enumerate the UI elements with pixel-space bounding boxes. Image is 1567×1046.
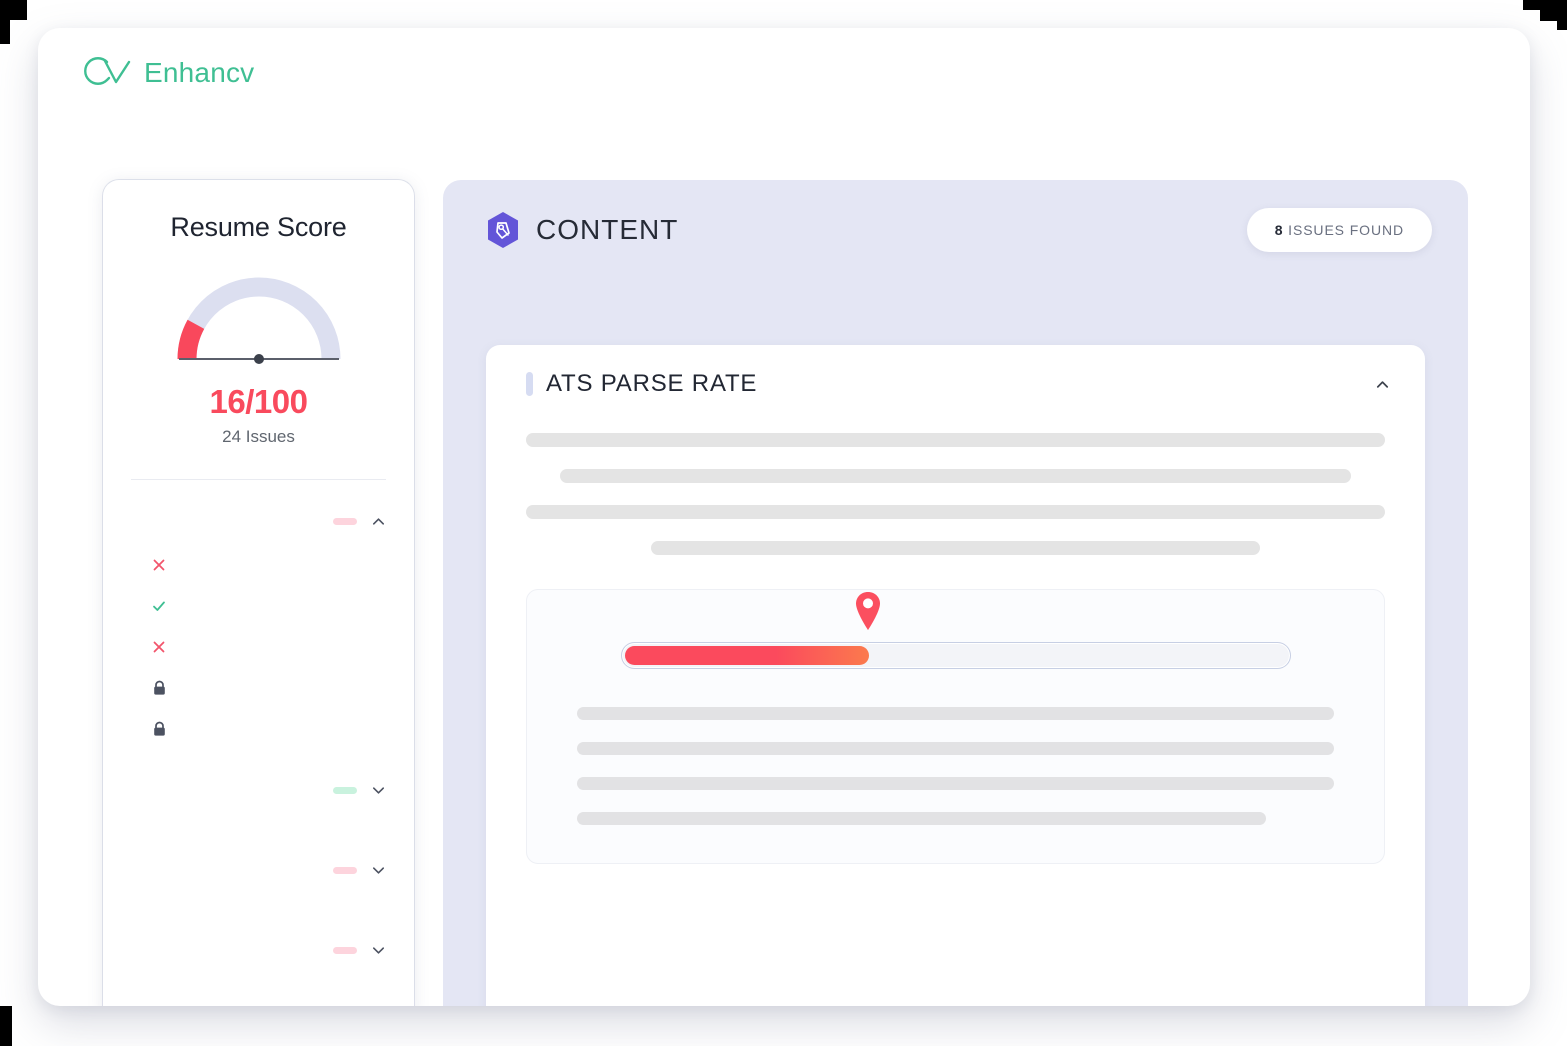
parse-rate-detail-skeleton	[527, 669, 1384, 825]
resume-score-sidebar: Resume Score 16/100 24 Issues	[103, 180, 414, 1006]
sidebar-check-item[interactable]	[103, 585, 414, 626]
ats-parse-rate-accordion-header[interactable]: ATS PARSE RATE	[486, 345, 1425, 423]
ats-description-skeleton	[486, 423, 1425, 555]
sidebar-check-item[interactable]	[103, 708, 414, 749]
sidebar-section-sections[interactable]	[103, 933, 414, 967]
skeleton-line	[526, 505, 1385, 519]
content-panel: CONTENT 8 ISSUES FOUND ATS PARSE RATE	[443, 180, 1468, 1006]
status-icon-wrap	[148, 598, 170, 614]
issues-found-count: 8	[1275, 222, 1284, 238]
skeleton-line	[651, 541, 1261, 555]
sidebar-section-style[interactable]	[103, 853, 414, 887]
skeleton-line	[577, 742, 1334, 755]
app-window: Enhancv Resume Score 16/100 24 Issues	[38, 28, 1530, 1006]
issues-found-label: ISSUES FOUND	[1288, 222, 1404, 238]
skeleton-line	[577, 812, 1266, 825]
x-icon	[151, 557, 167, 573]
resume-score-issue-count: 24 Issues	[103, 427, 414, 447]
parse-rate-bar-area	[621, 642, 1291, 669]
resume-score-value: 16/100	[103, 383, 414, 421]
corner-notch	[0, 20, 10, 44]
status-icon-wrap	[148, 721, 170, 737]
section-spacer	[103, 887, 414, 909]
map-pin-icon	[853, 590, 883, 632]
gauge-svg	[169, 267, 349, 371]
corner-notch	[1523, 0, 1567, 10]
parse-rate-meter-box	[526, 589, 1385, 864]
screenshot-root: Enhancv Resume Score 16/100 24 Issues	[0, 0, 1567, 1046]
status-icon-wrap	[148, 680, 170, 696]
brand-name: Enhancv	[144, 57, 254, 89]
section-spacer	[103, 807, 414, 829]
sidebar-section-percent	[333, 947, 357, 954]
skeleton-line	[526, 433, 1385, 447]
status-icon-wrap	[148, 639, 170, 655]
chevron-down-icon[interactable]	[371, 863, 386, 878]
sidebar-section-percent	[333, 787, 357, 794]
content-panel-title: CONTENT	[536, 214, 678, 246]
resume-score-gauge	[169, 267, 349, 371]
pen-tool-hexagon-icon	[486, 211, 520, 249]
sidebar-section-percent	[333, 518, 357, 525]
ats-parse-rate-title: ATS PARSE RATE	[546, 370, 757, 398]
resume-score-title: Resume Score	[103, 212, 414, 243]
section-accent-bar	[526, 372, 533, 396]
corner-notch	[1540, 10, 1567, 21]
corner-notch	[0, 0, 27, 20]
sidebar-check-item[interactable]	[103, 544, 414, 585]
status-icon-wrap	[148, 557, 170, 573]
sidebar-divider	[131, 479, 386, 480]
corner-notch	[0, 1006, 12, 1046]
lock-icon	[152, 721, 167, 737]
chevron-down-icon[interactable]	[371, 783, 386, 798]
corner-notch	[1557, 21, 1567, 30]
parse-rate-progress-fill	[625, 646, 870, 665]
skeleton-line	[560, 469, 1350, 483]
chevron-down-icon[interactable]	[371, 943, 386, 958]
sidebar-section-content[interactable]	[103, 504, 414, 538]
enhancv-infinity-icon	[76, 56, 132, 90]
sidebar-check-item[interactable]	[103, 626, 414, 667]
chevron-up-icon[interactable]	[1375, 377, 1390, 392]
sidebar-sections	[103, 504, 414, 1006]
check-icon	[151, 598, 167, 614]
sidebar-check-list	[103, 544, 414, 749]
chevron-up-icon[interactable]	[371, 514, 386, 529]
sidebar-section-percent	[333, 867, 357, 874]
x-icon	[151, 639, 167, 655]
sidebar-check-item[interactable]	[103, 667, 414, 708]
sidebar-section-format-brevity[interactable]	[103, 773, 414, 807]
issues-found-badge[interactable]: 8 ISSUES FOUND	[1247, 208, 1432, 252]
skeleton-line	[577, 707, 1334, 720]
section-spacer	[103, 967, 414, 989]
parse-rate-progress-track[interactable]	[621, 642, 1291, 669]
ats-parse-rate-card: ATS PARSE RATE	[486, 345, 1425, 1006]
brand-logo[interactable]: Enhancv	[76, 56, 254, 90]
lock-icon	[152, 680, 167, 696]
skeleton-line	[577, 777, 1334, 790]
content-panel-header: CONTENT 8 ISSUES FOUND	[443, 180, 1468, 280]
